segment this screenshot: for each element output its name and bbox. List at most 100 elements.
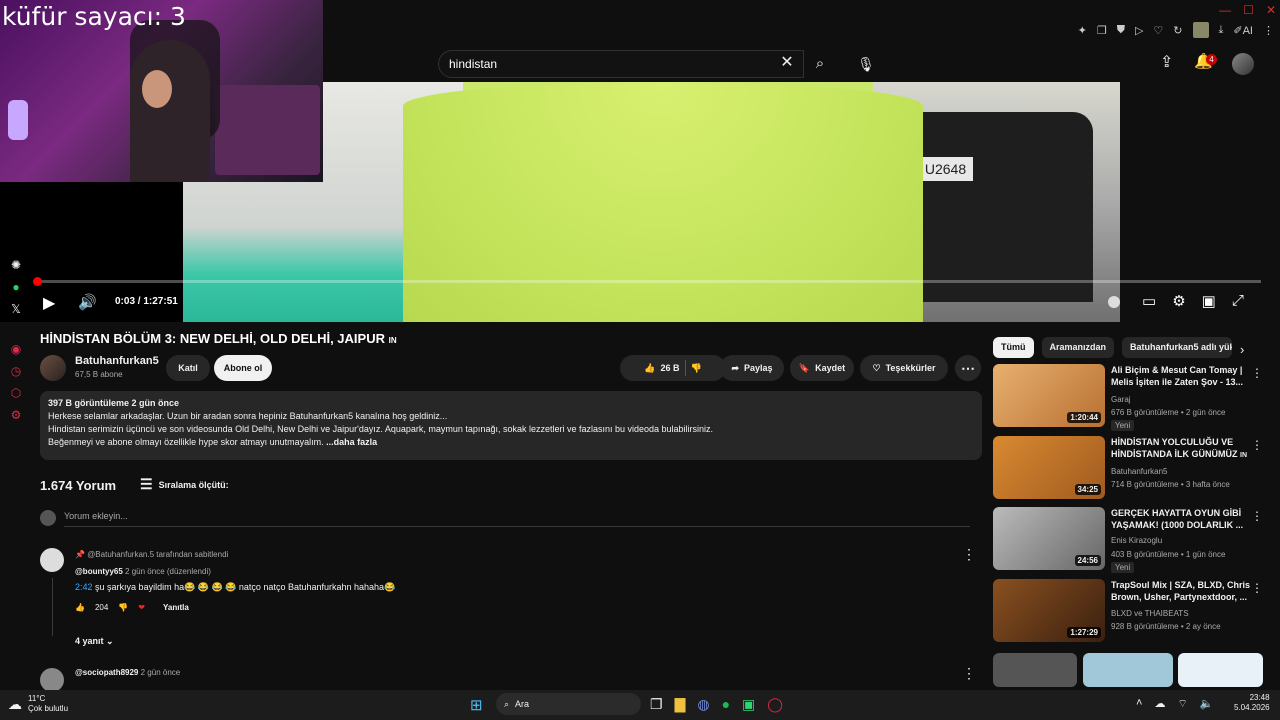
windows-start-icon[interactable]: ⊞ <box>470 696 483 714</box>
thumbnail: 1:20:44 <box>993 364 1105 427</box>
dislike-icon[interactable]: 👎 <box>118 603 128 612</box>
cloud-tray-icon[interactable]: ☁ <box>1154 697 1165 711</box>
heart-icon[interactable]: ♡ <box>1153 24 1163 37</box>
webcam-face <box>142 70 172 108</box>
more-vert-icon[interactable]: ⋮ <box>1251 366 1263 380</box>
more-actions-icon[interactable]: ⋯ <box>955 355 981 381</box>
copy-icon[interactable]: ❐ <box>1097 24 1107 37</box>
like-icon[interactable]: 👍 <box>644 363 655 374</box>
chevron-right-icon[interactable]: › <box>1240 342 1244 357</box>
task-view-icon[interactable]: ❐ <box>650 696 663 713</box>
thumbnail[interactable] <box>1083 653 1173 687</box>
reply-button[interactable]: Yanıtla <box>163 603 189 612</box>
replies-toggle[interactable]: 4 yanıt ⌄ <box>75 636 114 647</box>
progress-scrubber[interactable] <box>33 277 42 286</box>
progress-bar[interactable] <box>36 280 1261 283</box>
recommendation-item[interactable]: 1:27:29 TrapSoul Mix | SZA, BLXD, Chris … <box>993 579 1263 643</box>
comment-timestamp-link[interactable]: 2:42 <box>75 582 93 592</box>
clock-date: 5.04.2026 <box>1234 703 1270 712</box>
mic-icon[interactable]: 🎙 <box>852 50 880 78</box>
download-icon[interactable]: ⤓ <box>1219 24 1224 37</box>
settings-icon[interactable]: ⚙ <box>1172 292 1185 310</box>
folder-icon[interactable]: ▇ <box>675 696 686 713</box>
dislike-icon[interactable]: 👎 <box>691 363 702 374</box>
like-icon[interactable]: 👍 <box>75 603 85 612</box>
opera-icon[interactable]: ◯ <box>767 696 783 713</box>
more-vert-icon[interactable]: ⋮ <box>1263 24 1274 37</box>
comment-avatar[interactable] <box>40 668 64 692</box>
join-button[interactable]: Katıl <box>166 355 210 381</box>
comment-avatar[interactable] <box>40 548 64 572</box>
close-icon[interactable]: ✕ <box>778 54 796 72</box>
recommendation-item[interactable]: 34:25 HİNDİSTAN YOLCULUĞU VE HİNDİSTANDA… <box>993 436 1263 500</box>
video-player[interactable]: U2648 <box>183 82 1120 322</box>
network-icon[interactable]: ⌔ <box>1177 697 1187 711</box>
system-clock[interactable]: 23:48 5.04.2026 <box>1234 693 1270 713</box>
comment-menu-icon[interactable]: ⋮ <box>962 665 976 682</box>
ai-icon[interactable]: ✐AI <box>1233 24 1253 37</box>
chevron-up-icon[interactable]: ˄ <box>1136 697 1142 711</box>
description-box[interactable]: 397 B görüntüleme 2 gün önce Herkese sel… <box>40 391 982 460</box>
record-icon[interactable]: ◉ <box>11 342 21 356</box>
app-icon[interactable]: ▣ <box>742 696 755 713</box>
whatsapp-icon[interactable]: ● <box>12 280 19 294</box>
play-icon[interactable]: ▶ <box>43 293 55 313</box>
gear-icon[interactable]: ⚙ <box>11 408 22 422</box>
channel-avatar[interactable] <box>40 355 66 381</box>
thumbnail[interactable] <box>993 653 1077 687</box>
share-button[interactable]: ➦ Paylaş <box>720 355 784 381</box>
player-controls-right: ▭ ⚙ ▣ ⤢ <box>1142 292 1244 310</box>
thanks-button[interactable]: ♡ Teşekkürler <box>860 355 948 381</box>
x-icon[interactable]: 𝕏 <box>11 302 21 316</box>
close-window-icon[interactable]: ✕ <box>1266 3 1276 17</box>
sort-button[interactable]: ☰ Sıralama ölçütü: <box>140 476 229 493</box>
chevron-down-icon: ⌄ <box>106 636 114 646</box>
search-input[interactable]: hindistan <box>438 50 804 78</box>
more-vert-icon[interactable]: ⋮ <box>1251 509 1263 523</box>
comment-menu-icon[interactable]: ⋮ <box>962 546 976 563</box>
profile-thumb-icon[interactable] <box>1192 22 1209 38</box>
chip-channel[interactable]: Batuhanfurkan5 adlı yük <box>1122 337 1233 358</box>
refresh-icon[interactable]: ↻ <box>1173 24 1182 37</box>
sort-label: Sıralama ölçütü: <box>158 479 229 490</box>
volume-icon[interactable]: 🔊 <box>78 293 97 311</box>
upload-icon[interactable]: ⇪ <box>1160 52 1173 72</box>
comment-actions: 👍 204 👎 ❤ Yanıtla <box>75 603 189 612</box>
channel-name[interactable]: Batuhanfurkan5 <box>75 355 159 367</box>
more-vert-icon[interactable]: ⋮ <box>1251 438 1263 452</box>
comment-author: @bountyy65 2 gün önce (düzenlendi) <box>75 567 211 576</box>
taskbar-apps: ❐ ▇ ◍ ● ▣ ◯ <box>650 696 783 713</box>
chatgpt-icon[interactable]: ✺ <box>11 258 21 272</box>
subscribe-button[interactable]: Abone ol <box>214 355 272 381</box>
recommendation-meta: 928 B görüntüleme • 2 ay önce <box>1111 622 1221 631</box>
discord-icon[interactable]: ◍ <box>697 696 709 713</box>
thumbnail[interactable] <box>1178 653 1263 687</box>
chip-all[interactable]: Tümü <box>993 337 1034 358</box>
weather-widget[interactable]: ☁ 11°C Çok bulutlu <box>8 694 68 714</box>
save-button[interactable]: 🔖 Kaydet <box>790 355 854 381</box>
autoplay-toggle[interactable] <box>1108 296 1120 308</box>
pin-icon[interactable]: ✦ <box>1078 24 1087 37</box>
like-count[interactable]: 26 B <box>660 363 679 373</box>
shapes-icon[interactable]: ⬡ <box>11 386 21 400</box>
recommendation-item[interactable]: 1:20:44 Ali Biçim & Mesut Can Tomay | Me… <box>993 364 1263 431</box>
search-icon[interactable]: ⌕ <box>806 50 834 78</box>
clock-icon[interactable]: ◷ <box>11 364 21 378</box>
show-more-link[interactable]: ...daha fazla <box>326 437 377 447</box>
recommendation-item[interactable]: 24:56 GERÇEK HAYATTA OYUN GİBİ YAŞAMAK! … <box>993 507 1263 573</box>
volume-tray-icon[interactable]: 🔈 <box>1200 697 1214 711</box>
taskbar-search[interactable]: ⌕ Ara <box>496 693 641 715</box>
account-avatar[interactable] <box>1232 53 1254 75</box>
subtitles-icon[interactable]: ▭ <box>1142 292 1156 310</box>
add-comment-input[interactable]: Yorum ekleyin... <box>64 511 128 521</box>
send-icon[interactable]: ▷ <box>1135 24 1143 37</box>
more-vert-icon[interactable]: ⋮ <box>1251 581 1263 595</box>
chip-from-search[interactable]: Aramanızdan <box>1041 337 1115 358</box>
fullscreen-icon[interactable]: ⤢ <box>1232 292 1244 310</box>
minimize-icon[interactable]: — <box>1219 3 1231 17</box>
theater-icon[interactable]: ▣ <box>1202 292 1216 310</box>
spotify-icon[interactable]: ● <box>722 696 730 713</box>
maximize-icon[interactable]: ☐ <box>1243 3 1254 17</box>
weather-condition: Çok bulutlu <box>28 704 69 713</box>
shield-icon[interactable]: ⛊ <box>1117 24 1125 37</box>
